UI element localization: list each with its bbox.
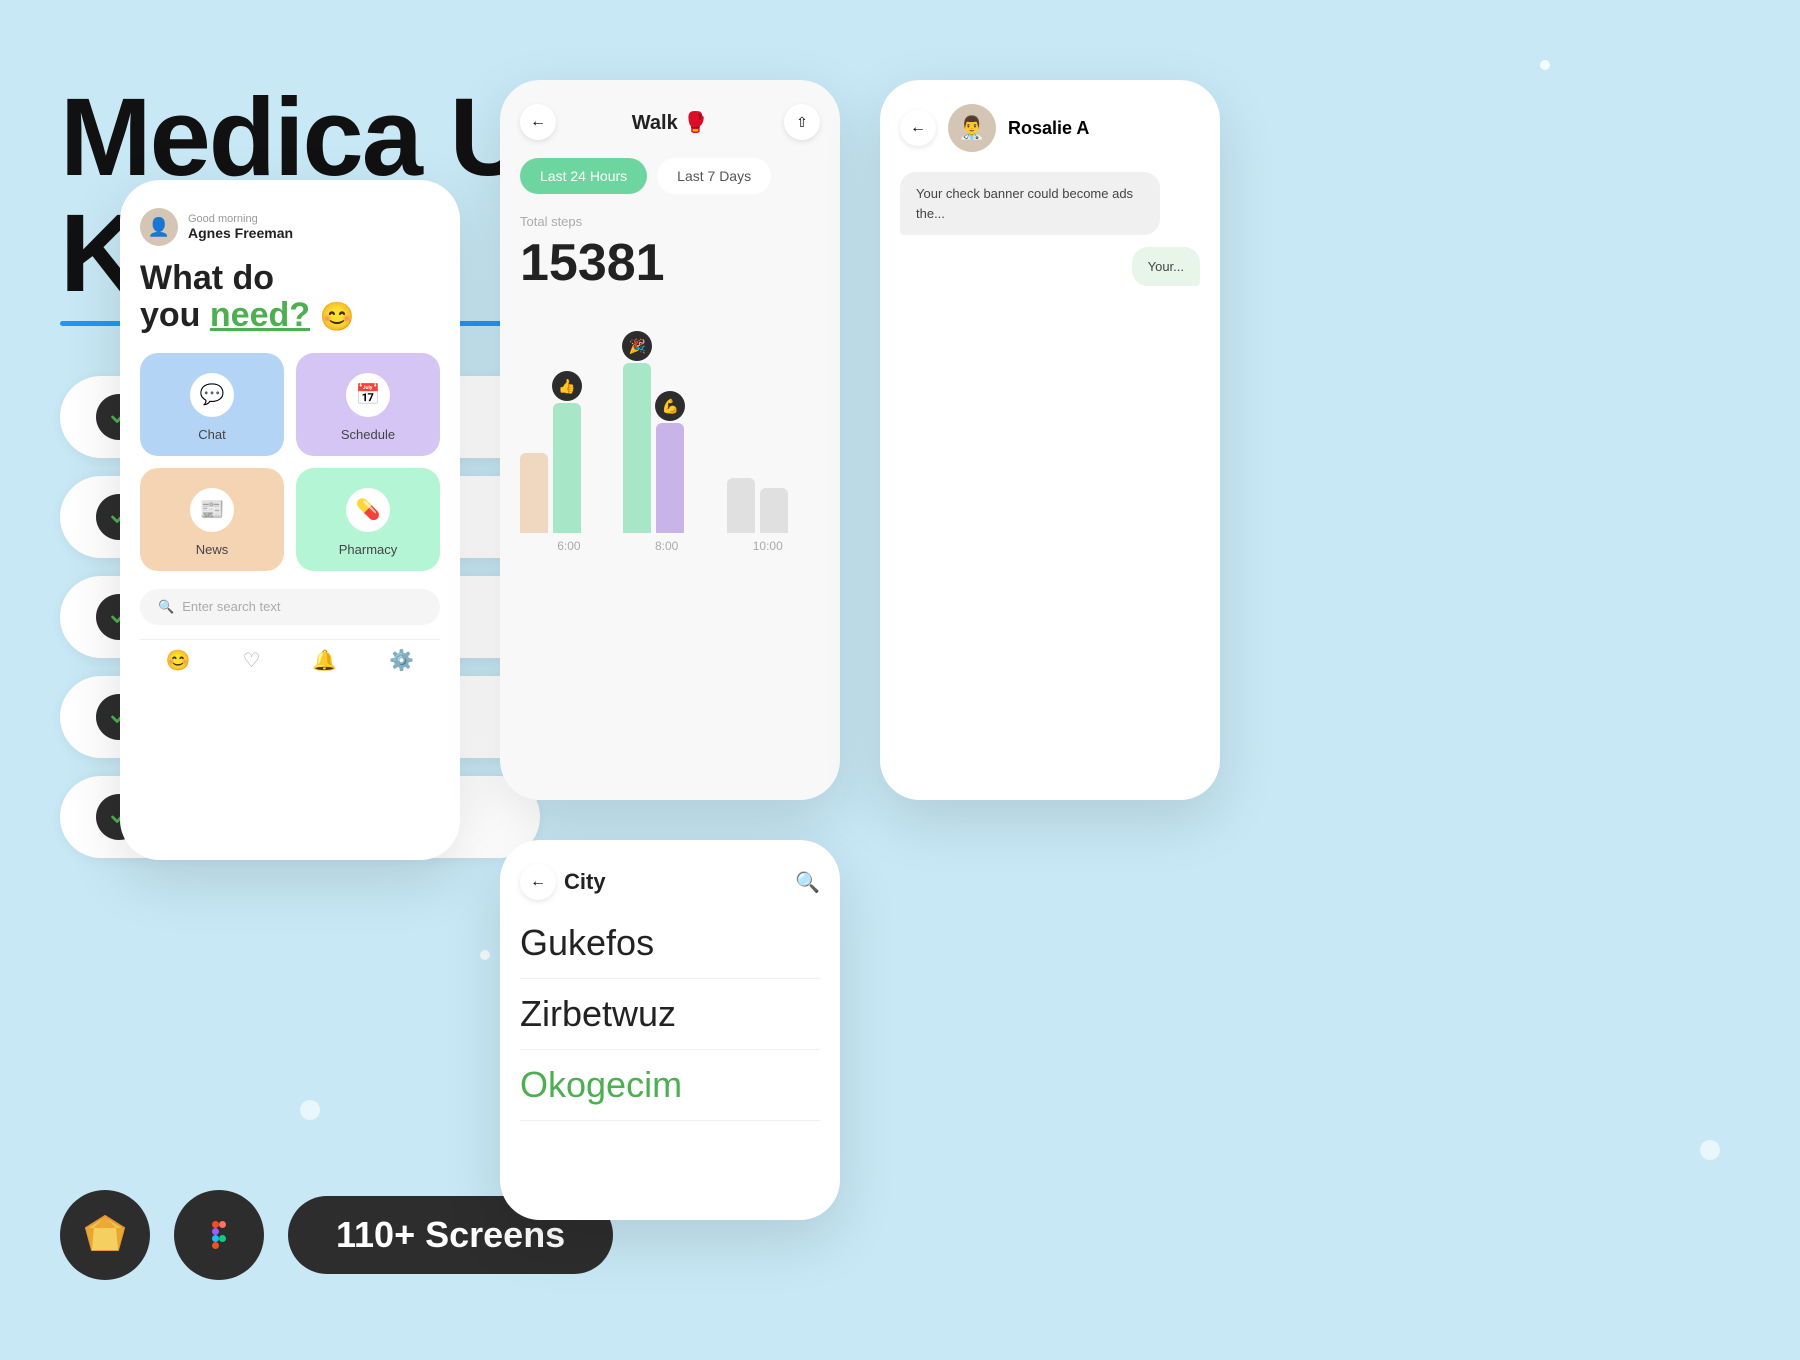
chat-avatar: 👨‍⚕️	[948, 104, 996, 152]
x-label-800: 8:00	[655, 539, 678, 553]
schedule-card[interactable]: 📅 Schedule	[296, 353, 440, 456]
schedule-icon: 📅	[346, 373, 390, 417]
phone-home-title: What do you need? 😊	[140, 260, 440, 335]
phone-chat-top: ← 👨‍⚕️ Rosalie A	[900, 104, 1200, 152]
phone-walk: ← Walk 🥊 ⇧ Last 24 Hours Last 7 Days Tot…	[500, 80, 840, 800]
time-tabs: Last 24 Hours Last 7 Days	[520, 158, 820, 194]
chat-label: Chat	[198, 427, 225, 442]
pharmacy-label: Pharmacy	[339, 542, 398, 557]
chat-back-button[interactable]: ←	[900, 110, 936, 146]
bar-green-2: 🎉	[623, 363, 651, 533]
search-bar[interactable]: 🔍 Enter search text	[140, 589, 440, 625]
city-item-2[interactable]: Okogecim	[520, 1050, 820, 1121]
bar-green-1: 👍	[553, 403, 581, 533]
city-item-0[interactable]: Gukefos	[520, 908, 820, 979]
phone-home-header: 👤 Good morning Agnes Freeman	[140, 208, 440, 246]
chat-message: Your check banner could become ads the..…	[900, 172, 1160, 235]
bar-emoji-flex: 💪	[655, 391, 685, 421]
city-back-button[interactable]: ←	[520, 864, 556, 900]
figma-badge	[174, 1190, 264, 1280]
x-label-600: 6:00	[557, 539, 580, 553]
search-icon: 🔍	[158, 599, 174, 615]
bar-gray-1	[727, 478, 755, 533]
phone-walk-top: ← Walk 🥊 ⇧	[520, 104, 820, 140]
chat-contact-name: Rosalie A	[1008, 118, 1089, 139]
bar-purple-1: 💪	[656, 423, 684, 533]
city-title: City	[564, 869, 606, 895]
home-nav-icon[interactable]: 😊	[166, 648, 191, 673]
city-item-1[interactable]: Zirbetwuz	[520, 979, 820, 1050]
bar-emoji-thumbs: 👍	[552, 371, 582, 401]
greeting-name: Agnes Freeman	[188, 225, 293, 241]
chat-icon: 💬	[190, 373, 234, 417]
news-label: News	[196, 542, 229, 557]
phone-chat: ← 👨‍⚕️ Rosalie A Your check banner could…	[880, 80, 1220, 800]
greeting-text: Good morning	[188, 213, 293, 225]
search-placeholder: Enter search text	[182, 599, 280, 614]
steps-count: 15381	[520, 233, 820, 293]
back-button[interactable]: ←	[520, 104, 556, 140]
search-icon-city[interactable]: 🔍	[795, 870, 820, 895]
bell-nav-icon[interactable]: 🔔	[312, 648, 337, 673]
news-card[interactable]: 📰 News	[140, 468, 284, 571]
settings-nav-icon[interactable]: ⚙️	[389, 648, 414, 673]
chat-card[interactable]: 💬 Chat	[140, 353, 284, 456]
user-avatar: 👤	[140, 208, 178, 246]
bar-emoji-party: 🎉	[622, 331, 652, 361]
tab-24h[interactable]: Last 24 Hours	[520, 158, 647, 194]
chat-reply-bubble: Your...	[1132, 247, 1200, 286]
phone-home: 👤 Good morning Agnes Freeman What do you…	[120, 180, 460, 860]
bottom-nav: 😊 ♡ 🔔 ⚙️	[140, 639, 440, 673]
service-grid: 💬 Chat 📅 Schedule 📰 News 💊 Pharmacy	[140, 353, 440, 571]
bar-beige-1	[520, 453, 548, 533]
tab-7d[interactable]: Last 7 Days	[657, 158, 771, 194]
walk-title: Walk 🥊	[632, 110, 708, 135]
heart-nav-icon[interactable]: ♡	[243, 648, 261, 673]
pharmacy-icon: 💊	[346, 488, 390, 532]
steps-label: Total steps	[520, 214, 820, 229]
phone-city: ← City 🔍 Gukefos Zirbetwuz Okogecim	[500, 840, 840, 1220]
schedule-label: Schedule	[341, 427, 395, 442]
greeting-block: Good morning Agnes Freeman	[188, 213, 293, 241]
news-icon: 📰	[190, 488, 234, 532]
share-button[interactable]: ⇧	[784, 104, 820, 140]
sketch-badge	[60, 1190, 150, 1280]
bar-gray-2	[760, 488, 788, 533]
x-label-1000: 10:00	[753, 539, 783, 553]
pharmacy-card[interactable]: 💊 Pharmacy	[296, 468, 440, 571]
phone-city-top: ← City 🔍	[520, 864, 820, 900]
